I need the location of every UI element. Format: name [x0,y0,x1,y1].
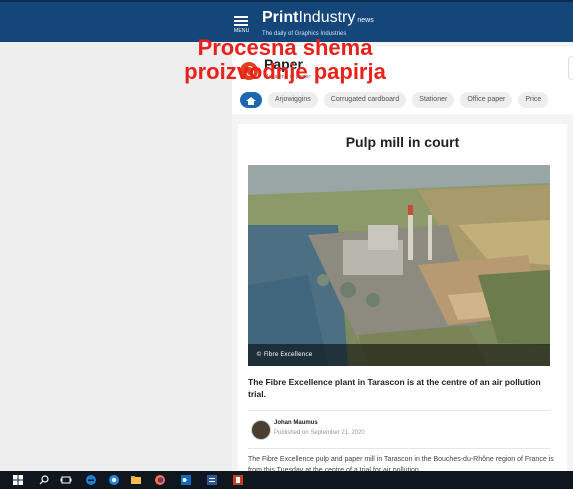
mill-aerial-image [248,165,550,366]
site-logo[interactable]: PrintIndustry news The daily of Graphics … [262,9,374,38]
author-name[interactable]: Johan Maumus [274,420,318,426]
left-empty-pane [0,42,233,471]
hamburger-icon [234,16,248,26]
article-card: Pulp mill in court © Fibre Excellence Th… [238,124,567,474]
content-pane: Paper Magazine of paper Arjowiggins Corr… [232,42,573,474]
chip-corrugated-cardboard[interactable]: Corrugated cardboard [323,92,407,108]
brand-bold: Print [262,9,299,26]
category-chips: Arjowiggins Corrugated cardboard Station… [240,92,549,108]
chip-office-paper[interactable]: Office paper [460,92,513,108]
windows-taskbar [0,471,573,489]
powerpoint-icon[interactable] [232,474,244,486]
windows-start-icon[interactable] [12,474,24,486]
chip-stationer[interactable]: Stationer [412,92,455,108]
chip-price[interactable]: Price [518,92,549,108]
firefox-icon[interactable] [154,474,166,486]
brand-suffix: news [357,17,374,24]
brand-light: Industry [298,9,356,26]
article-lede: The Fibre Excellence plant in Tarascon i… [248,377,541,399]
divider [248,448,550,449]
author-avatar[interactable] [251,420,271,440]
chip-arjowiggins[interactable]: Arjowiggins [268,92,318,108]
overlay-line-2: proizvodnje papirja [184,59,386,84]
menu-label: MENU [234,28,250,34]
outlook-icon[interactable] [180,474,192,486]
divider [248,410,550,411]
task-view-icon[interactable] [60,474,72,486]
file-explorer-icon[interactable] [130,474,142,486]
search-icon[interactable] [38,474,50,486]
publish-date: Published on September 21, 2020 [274,430,365,436]
article-photo: © Fibre Excellence [248,165,550,366]
article-title: Pulp mill in court [345,134,460,150]
overlay-heading: Procesna shema proizvodnje papirja [95,36,475,84]
home-chip-icon[interactable] [240,92,262,108]
menu-button[interactable]: MENU [234,14,250,34]
edge-icon[interactable] [85,474,97,486]
brand-name: PrintIndustry news [262,9,374,30]
header-search-box[interactable] [568,56,573,80]
word-icon[interactable] [206,474,218,486]
overlay-line-1: Procesna shema [197,35,373,60]
pinned-app-icon[interactable] [108,474,120,486]
photo-credit: © Fibre Excellence [248,344,550,366]
header-top-line [0,0,573,2]
